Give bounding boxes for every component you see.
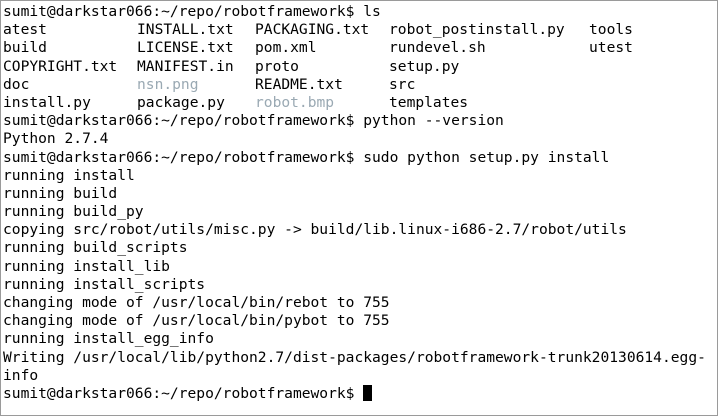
ls-entry-directory: atest (3, 21, 47, 39)
ls-entry-image: nsn.png (137, 75, 199, 93)
ls-entry-executable: package.py (137, 93, 225, 111)
text-cursor (363, 384, 373, 401)
ls-row: doc nsn.png README.txt src (3, 76, 717, 94)
output-line: running install_scripts (3, 275, 206, 293)
ls-entry-directory: build (3, 39, 47, 57)
output-line: running build (3, 184, 118, 202)
output-line: running install (3, 166, 135, 184)
ls-entry-file: INSTALL.txt (137, 21, 234, 39)
output-line: Writing /usr/local/lib/python2.7/dist-pa… (3, 348, 706, 366)
ls-row: COPYRIGHT.txt MANIFEST.in proto setup.py (3, 58, 717, 76)
ls-entry-file: LICENSE.txt (137, 39, 234, 57)
ls-entry-directory: doc (3, 75, 30, 93)
command-line-install: sumit@darkstar066:~/repo/robotframework$… (3, 148, 610, 166)
output-line: running install_lib (3, 257, 170, 275)
command-prompt[interactable]: sumit@darkstar066:~/repo/robotframework$ (3, 384, 717, 403)
ls-entry-directory: utest (589, 39, 633, 57)
ls-entry-file: pom.xml (255, 39, 317, 57)
ls-entry-executable: install.py (3, 93, 91, 111)
output-line: running install_egg_info (3, 330, 214, 348)
ls-entry-file: robot_postinstall.py (389, 21, 565, 39)
command-line-version: sumit@darkstar066:~/repo/robotframework$… (3, 112, 504, 130)
ls-entry-directory: templates (389, 93, 469, 111)
ls-entry-file: COPYRIGHT.txt (3, 57, 118, 75)
ls-row: install.py package.py robot.bmp templates (3, 94, 717, 112)
output-line: changing mode of /usr/local/bin/rebot to… (3, 294, 390, 311)
output-line: running build_py (3, 203, 144, 221)
ls-row: build LICENSE.txt pom.xml rundevel.sh utest (3, 39, 717, 57)
ls-entry-executable: rundevel.sh (389, 39, 486, 57)
ls-row: atest INSTALL.txt PACKAGING.txt robot_posti… (3, 21, 717, 39)
ls-entry-file: MANIFEST.in (137, 57, 234, 75)
ls-entry-directory: src (389, 75, 416, 93)
ls-entry-file: README.txt (255, 75, 343, 93)
output-line: Python 2.7.4 (3, 130, 109, 148)
ls-entry-image: robot.bmp (255, 93, 335, 111)
ls-entry-directory: proto (255, 57, 299, 75)
output-line: changing mode of /usr/local/bin/pybot to… (3, 312, 390, 330)
command-line-ls: sumit@darkstar066:~/repo/robotframework$… (3, 3, 381, 20)
ls-entry-executable: setup.py (389, 57, 460, 75)
ls-entry-directory: tools (589, 21, 633, 39)
prompt-text: sumit@darkstar066:~/repo/robotframework$ (3, 384, 364, 402)
ls-entry-file: PACKAGING.txt (255, 21, 370, 39)
terminal-window[interactable]: sumit@darkstar066:~/repo/robotframework$… (0, 0, 718, 416)
output-line: copying src/robot/utils/misc.py -> build… (3, 221, 627, 239)
ls-output: atest INSTALL.txt PACKAGING.txt robot_posti… (3, 21, 717, 112)
output-line: running build_scripts (3, 239, 188, 257)
output-line: info (3, 366, 39, 384)
